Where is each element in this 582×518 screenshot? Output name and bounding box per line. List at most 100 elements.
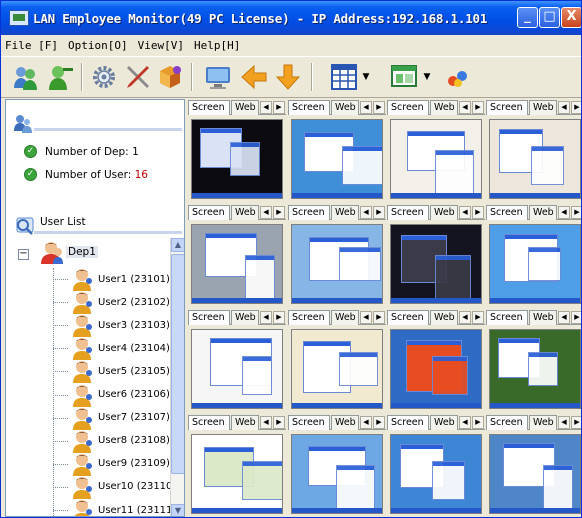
tab-screen[interactable]: Screen	[188, 415, 230, 430]
tab-web[interactable]: Web	[331, 100, 359, 115]
tab-web[interactable]: Web	[331, 310, 359, 325]
screen-thumbnail[interactable]	[191, 224, 283, 304]
tab-screen[interactable]: Screen	[387, 415, 429, 430]
tab-scroll-right-button[interactable]: ▶	[273, 416, 285, 429]
tab-scroll-right-button[interactable]: ▶	[373, 311, 385, 324]
screen-thumbnail[interactable]	[489, 224, 581, 304]
menu-file[interactable]: File [F]	[5, 39, 58, 52]
arrow-down-icon[interactable]	[273, 62, 303, 92]
maximize-button[interactable]: □	[539, 7, 560, 28]
minimize-button[interactable]: _	[517, 7, 538, 28]
window-layout-icon[interactable]	[389, 62, 419, 92]
tab-screen[interactable]: Screen	[188, 205, 230, 220]
tab-scroll-right-button[interactable]: ▶	[472, 101, 484, 114]
tab-web[interactable]: Web	[231, 310, 259, 325]
tab-scroll-right-button[interactable]: ▶	[373, 416, 385, 429]
remove-users-icon[interactable]	[45, 62, 75, 92]
cube-icon[interactable]	[155, 62, 185, 92]
settings-gear-icon[interactable]	[89, 62, 119, 92]
screen-thumbnail[interactable]	[390, 119, 482, 199]
screen-thumbnail[interactable]	[291, 224, 383, 304]
tab-screen[interactable]: Screen	[486, 415, 528, 430]
add-users-icon[interactable]	[11, 62, 41, 92]
monitor-cell[interactable]: Screen Web ◀ ▶	[188, 99, 286, 204]
tab-scroll-left-button[interactable]: ◀	[558, 311, 570, 324]
close-button[interactable]: X	[561, 7, 581, 28]
monitor-icon[interactable]	[203, 62, 233, 92]
tree-node-user[interactable]: User10 (23110)	[53, 475, 170, 499]
tab-scroll-left-button[interactable]: ◀	[260, 416, 272, 429]
monitor-cell[interactable]: Screen Web ◀ ▶	[486, 414, 581, 517]
tab-scroll-left-button[interactable]: ◀	[260, 101, 272, 114]
screen-thumbnail[interactable]	[390, 434, 482, 514]
menu-view[interactable]: View[V]	[138, 39, 184, 52]
tab-web[interactable]: Web	[231, 100, 259, 115]
tab-web[interactable]: Web	[430, 205, 458, 220]
tab-scroll-right-button[interactable]: ▶	[472, 206, 484, 219]
tab-screen[interactable]: Screen	[288, 205, 330, 220]
scroll-down-button[interactable]: ▼	[171, 504, 184, 516]
tree-node-user[interactable]: User4 (23104)	[53, 336, 170, 361]
tab-scroll-left-button[interactable]: ◀	[360, 416, 372, 429]
tab-web[interactable]: Web	[529, 205, 557, 220]
monitor-cell[interactable]: Screen Web ◀ ▶	[288, 414, 386, 517]
tab-scroll-right-button[interactable]: ▶	[571, 311, 581, 324]
tab-scroll-left-button[interactable]: ◀	[558, 416, 570, 429]
tab-screen[interactable]: Screen	[288, 100, 330, 115]
monitor-cell[interactable]: Screen Web ◀ ▶	[486, 204, 581, 309]
tree-node-user[interactable]: User1 (23101)	[53, 267, 170, 291]
tab-web[interactable]: Web	[331, 205, 359, 220]
screen-thumbnail[interactable]	[489, 329, 581, 409]
scroll-thumb[interactable]	[171, 254, 184, 474]
tree-node-user[interactable]: User8 (23108)	[53, 429, 170, 453]
tab-scroll-right-button[interactable]: ▶	[273, 101, 285, 114]
screen-thumbnail[interactable]	[291, 329, 383, 409]
tab-scroll-left-button[interactable]: ◀	[558, 101, 570, 114]
tab-screen[interactable]: Screen	[486, 205, 528, 220]
screen-thumbnail[interactable]	[489, 119, 581, 199]
screen-thumbnail[interactable]	[291, 119, 383, 199]
tab-web[interactable]: Web	[529, 100, 557, 115]
tab-screen[interactable]: Screen	[288, 415, 330, 430]
tab-screen[interactable]: Screen	[387, 205, 429, 220]
tab-scroll-right-button[interactable]: ▶	[472, 311, 484, 324]
tab-web[interactable]: Web	[331, 415, 359, 430]
tree-node-user[interactable]: User9 (23109)	[53, 452, 170, 476]
menu-help[interactable]: Help[H]	[194, 39, 240, 52]
monitor-cell[interactable]: Screen Web ◀ ▶	[188, 309, 286, 414]
screen-thumbnail[interactable]	[390, 329, 482, 409]
tab-screen[interactable]: Screen	[387, 310, 429, 325]
grid-layout-icon[interactable]	[329, 62, 359, 92]
tab-scroll-left-button[interactable]: ◀	[360, 206, 372, 219]
monitor-cell[interactable]: Screen Web ◀ ▶	[486, 99, 581, 204]
monitor-cell[interactable]: Screen Web ◀ ▶	[387, 99, 485, 204]
screen-thumbnail[interactable]	[191, 119, 283, 199]
tree-node-user[interactable]: User11 (23111)	[53, 498, 170, 516]
tab-web[interactable]: Web	[430, 415, 458, 430]
tab-web[interactable]: Web	[529, 310, 557, 325]
tab-scroll-right-button[interactable]: ▶	[472, 416, 484, 429]
tab-scroll-left-button[interactable]: ◀	[260, 206, 272, 219]
tab-web[interactable]: Web	[430, 310, 458, 325]
monitor-cell[interactable]: Screen Web ◀ ▶	[387, 414, 485, 517]
monitor-cell[interactable]: Screen Web ◀ ▶	[288, 204, 386, 309]
tab-scroll-left-button[interactable]: ◀	[459, 416, 471, 429]
screen-thumbnail[interactable]	[489, 434, 581, 514]
monitor-cell[interactable]: Screen Web ◀ ▶	[387, 309, 485, 414]
tree-node-user[interactable]: User7 (23107)	[53, 406, 170, 430]
tab-scroll-right-button[interactable]: ▶	[273, 311, 285, 324]
tools-icon[interactable]	[123, 62, 153, 92]
tree-node-user[interactable]: User5 (23105)	[53, 359, 170, 384]
monitor-cell[interactable]: Screen Web ◀ ▶	[188, 204, 286, 309]
tab-scroll-left-button[interactable]: ◀	[459, 206, 471, 219]
tree-node-dep1[interactable]: Dep1	[38, 239, 98, 265]
tab-screen[interactable]: Screen	[188, 310, 230, 325]
tab-scroll-right-button[interactable]: ▶	[373, 101, 385, 114]
tab-scroll-left-button[interactable]: ◀	[558, 206, 570, 219]
tab-web[interactable]: Web	[231, 415, 259, 430]
menu-option[interactable]: Option[O]	[68, 39, 128, 52]
tab-web[interactable]: Web	[231, 205, 259, 220]
tab-screen[interactable]: Screen	[288, 310, 330, 325]
tab-scroll-left-button[interactable]: ◀	[459, 101, 471, 114]
tab-scroll-right-button[interactable]: ▶	[373, 206, 385, 219]
